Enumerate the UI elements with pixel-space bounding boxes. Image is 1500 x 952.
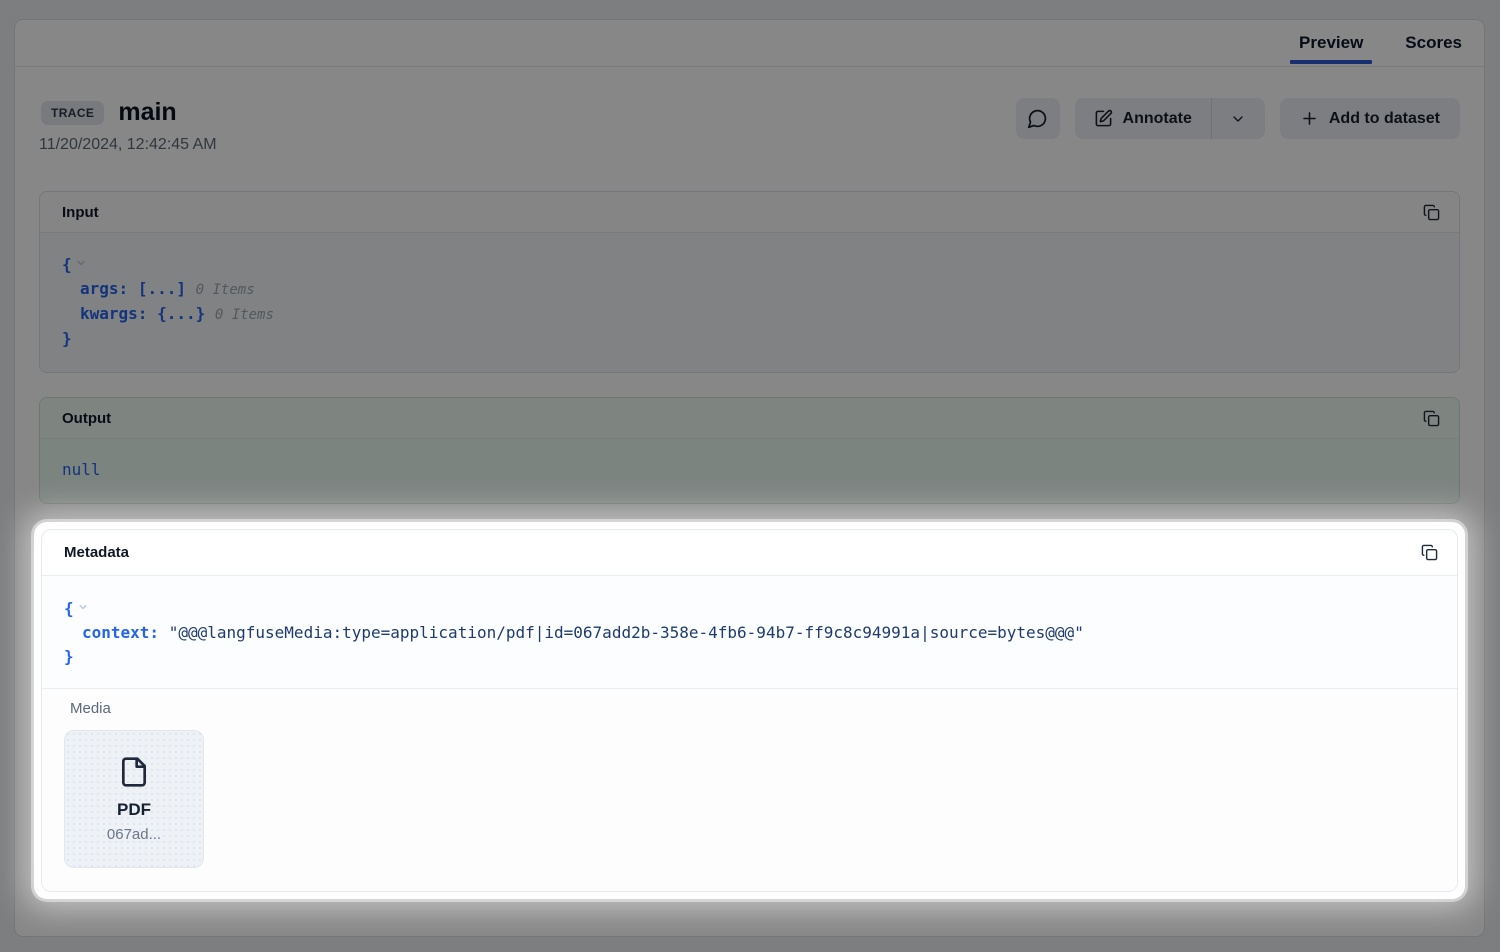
tab-preview[interactable]: Preview	[1290, 20, 1372, 66]
input-panel: Input { args: [...] 0 Items kwargs: {...…	[39, 191, 1460, 373]
copy-icon	[1423, 410, 1440, 427]
metadata-spotlight: Metadata { context: "@@@langfuseMedia:ty…	[34, 522, 1465, 899]
copy-icon	[1421, 544, 1438, 561]
json-close-brace: }	[62, 329, 72, 348]
annotate-button[interactable]: Annotate	[1075, 98, 1211, 139]
metadata-json-viewer: { context: "@@@langfuseMedia:type=applic…	[42, 576, 1457, 688]
file-icon	[118, 755, 150, 789]
json-open-brace: {	[64, 599, 74, 618]
annotate-split-button: Annotate	[1075, 98, 1265, 139]
collapse-chevron-icon[interactable]	[75, 252, 87, 276]
plus-icon	[1300, 109, 1319, 128]
media-section: Media PDF 067ad...	[42, 688, 1457, 891]
page-title: main	[118, 98, 176, 127]
trace-timestamp: 11/20/2024, 12:42:45 AM	[39, 136, 217, 154]
metadata-copy-button[interactable]	[1419, 542, 1440, 563]
copy-icon	[1423, 204, 1440, 221]
header-actions: Annotate Add to dataset	[1016, 98, 1460, 139]
annotate-pen-icon	[1094, 109, 1113, 128]
annotate-label: Annotate	[1123, 110, 1192, 128]
json-entry-args: args: [...] 0 Items	[62, 277, 1437, 302]
input-copy-button[interactable]	[1421, 202, 1442, 223]
trace-detail-panel: Preview Scores TRACE main 11/20/2024, 12…	[14, 19, 1485, 937]
trace-badge: TRACE	[41, 101, 104, 125]
media-pdf-card[interactable]: PDF 067ad...	[64, 730, 204, 868]
output-json-viewer: null	[40, 439, 1459, 503]
tab-scores[interactable]: Scores	[1396, 20, 1471, 66]
collapse-chevron-icon[interactable]	[77, 596, 89, 620]
json-entry-kwargs: kwargs: {...} 0 Items	[62, 302, 1437, 327]
langfuse-media-string: "@@@langfuseMedia:type=application/pdf|i…	[169, 623, 1084, 642]
metadata-panel: Metadata { context: "@@@langfuseMedia:ty…	[41, 529, 1458, 892]
input-panel-title: Input	[62, 204, 99, 221]
tab-scores-label: Scores	[1405, 33, 1462, 53]
tab-bar: Preview Scores	[15, 20, 1484, 67]
tab-preview-label: Preview	[1299, 33, 1363, 53]
output-copy-button[interactable]	[1421, 408, 1442, 429]
add-to-dataset-button[interactable]: Add to dataset	[1280, 98, 1460, 139]
annotate-dropdown-button[interactable]	[1212, 98, 1265, 139]
comment-button[interactable]	[1016, 98, 1060, 139]
output-null-value: null	[62, 460, 101, 479]
media-file-type: PDF	[117, 800, 151, 820]
json-entry-context: context: "@@@langfuseMedia:type=applicat…	[64, 621, 1435, 645]
trace-header: TRACE main 11/20/2024, 12:42:45 AM	[39, 98, 1460, 154]
media-file-id: 067ad...	[107, 826, 161, 843]
json-open-brace: {	[62, 255, 72, 274]
output-panel-title: Output	[62, 410, 111, 427]
output-panel: Output null	[39, 397, 1460, 504]
json-close-brace: }	[64, 647, 74, 666]
chevron-down-icon	[1230, 111, 1246, 127]
media-section-label: Media	[70, 700, 1435, 717]
json-items-count: 0 Items	[196, 282, 255, 298]
input-json-viewer: { args: [...] 0 Items kwargs: {...} 0 It…	[40, 233, 1459, 372]
metadata-panel-title: Metadata	[64, 544, 129, 561]
json-items-count: 0 Items	[215, 307, 274, 323]
comment-icon	[1027, 108, 1048, 129]
add-to-dataset-label: Add to dataset	[1329, 110, 1440, 128]
